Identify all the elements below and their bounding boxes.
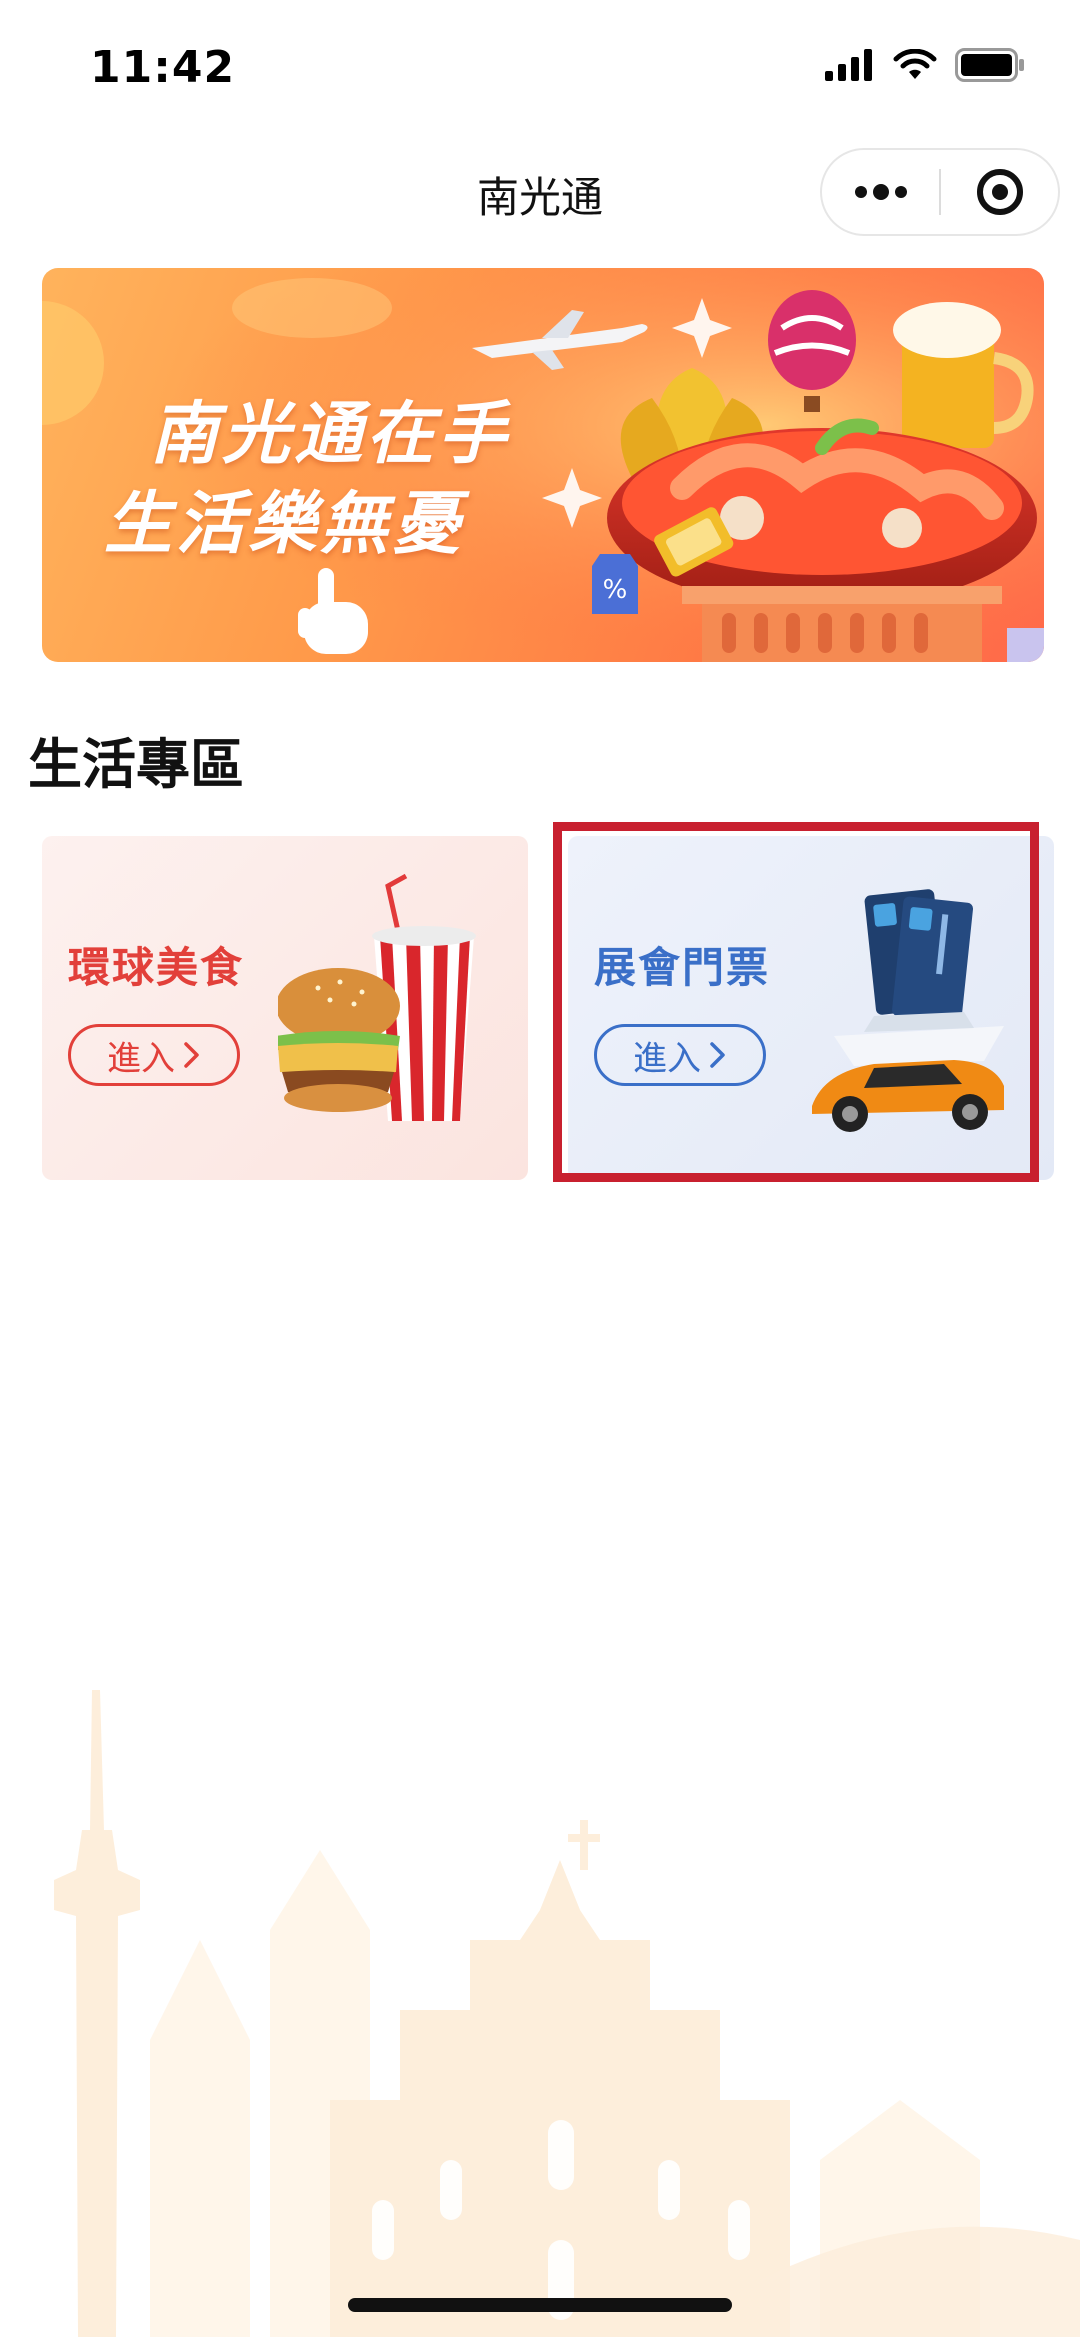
banner-slogan-line1: 南光通在手 <box>150 395 511 474</box>
discount-tag-icon: % <box>592 554 638 614</box>
wifi-icon <box>893 49 937 79</box>
enter-button[interactable]: 進入 <box>594 1024 766 1086</box>
banner-slogan-line2: 生活樂無憂 <box>104 485 465 564</box>
card-expo-tickets[interactable]: 展會門票 進入 <box>568 836 1054 1180</box>
status-bar: 11:42 <box>0 0 1080 134</box>
chevron-right-icon <box>710 1042 725 1068</box>
home-indicator[interactable] <box>348 2298 732 2312</box>
card-title: 展會門票 <box>594 943 771 992</box>
mini-program-page: 11:42 南光通 % 南光通在手 生活樂無憂 生活專區 環球美食 進入 展會門… <box>0 0 1080 2337</box>
enter-button-label: 進入 <box>107 1038 175 1079</box>
section-title: 生活專區 <box>28 733 244 796</box>
macau-skyline-watermark <box>54 1690 1080 2337</box>
close-target-icon <box>976 169 1023 215</box>
enter-button-label: 進入 <box>633 1038 701 1079</box>
card-global-food[interactable]: 環球美食 進入 <box>42 836 528 1180</box>
promo-banner[interactable]: % 南光通在手 生活樂無憂 <box>42 268 1044 662</box>
enter-button[interactable]: 進入 <box>68 1024 240 1086</box>
nav-bar: 南光通 <box>0 134 1080 254</box>
svg-text:%: % <box>603 575 628 605</box>
card-title: 環球美食 <box>68 943 245 992</box>
burger-drink-illustration <box>278 873 476 1121</box>
menu-capsule <box>820 148 1060 236</box>
status-icons <box>825 48 1025 82</box>
chevron-right-icon <box>184 1042 199 1068</box>
status-time: 11:42 <box>90 42 236 93</box>
more-button[interactable] <box>822 148 939 236</box>
battery-icon <box>955 48 1024 82</box>
tickets-car-illustration <box>812 889 1004 1132</box>
signal-icon <box>825 49 872 81</box>
more-icon <box>854 184 907 200</box>
close-button[interactable] <box>941 148 1058 236</box>
